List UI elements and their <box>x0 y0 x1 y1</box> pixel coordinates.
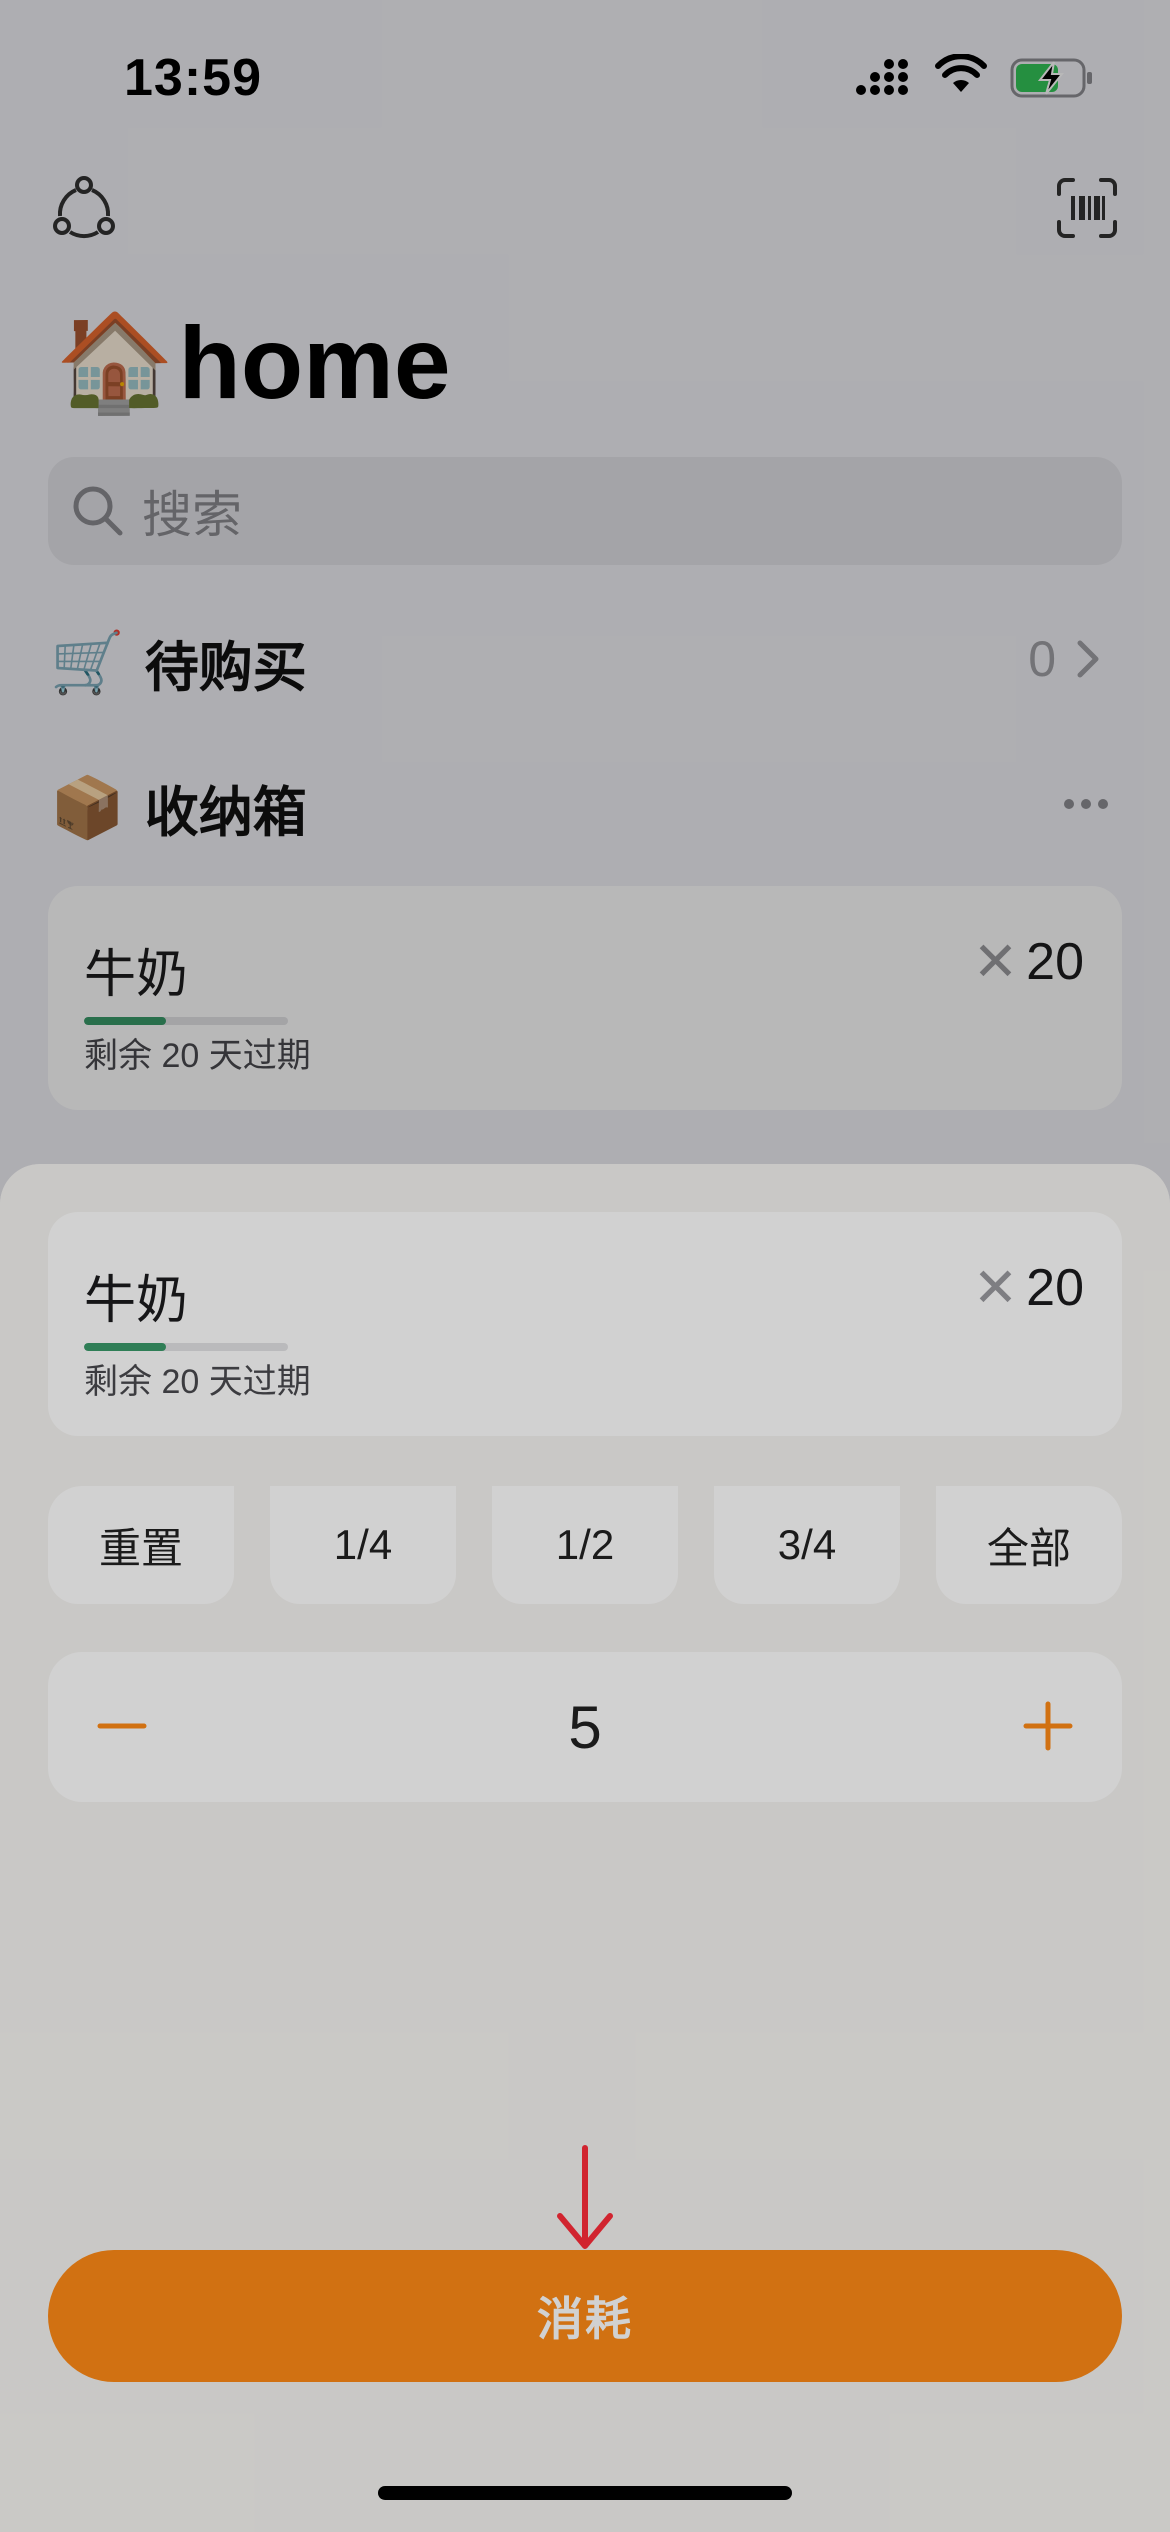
expiry-progress-bar <box>84 1343 288 1351</box>
chip-half[interactable]: 1/2 <box>492 1486 678 1604</box>
minus-icon[interactable] <box>94 1698 150 1754</box>
expiry-progress-fill <box>84 1343 166 1351</box>
arrow-down-annotation-icon <box>557 2145 613 2249</box>
chip-all[interactable]: 全部 <box>936 1486 1122 1604</box>
consume-button[interactable]: 消耗 <box>48 2250 1122 2382</box>
sheet-item-card: 牛奶 ✕ 20 剩余 20 天过期 <box>48 1212 1122 1436</box>
quantity-stepper: 5 <box>48 1652 1122 1802</box>
item-name: 牛奶 <box>84 1272 189 1330</box>
multiply-icon: ✕ <box>972 1258 1019 1318</box>
stepper-value[interactable]: 5 <box>48 1652 1122 1802</box>
chip-three-quarters[interactable]: 3/4 <box>714 1486 900 1604</box>
expiry-text: 剩余 20 天过期 <box>84 1363 311 1401</box>
consume-sheet: 牛奶 ✕ 20 剩余 20 天过期 重置 1/4 1/2 3/4 全部 5 消耗 <box>0 1164 1170 2532</box>
item-quantity-value: 20 <box>1026 1258 1084 1317</box>
home-indicator <box>378 2486 792 2500</box>
chip-reset[interactable]: 重置 <box>48 1486 234 1604</box>
plus-icon[interactable] <box>1020 1698 1076 1754</box>
quantity-picker: 重置 1/4 1/2 3/4 全部 5 <box>48 1486 1122 1966</box>
item-quantity: ✕ 20 <box>973 1256 1084 1319</box>
chip-quarter[interactable]: 1/4 <box>270 1486 456 1604</box>
